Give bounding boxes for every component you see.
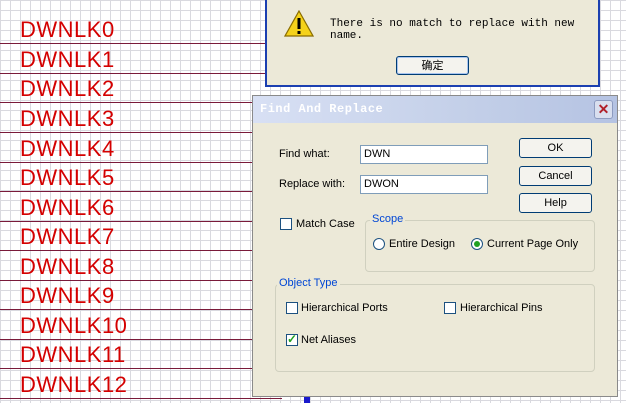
hierarchical-ports-checkbox[interactable] — [286, 302, 298, 314]
match-case-checkbox[interactable] — [280, 218, 292, 230]
net-wire — [0, 250, 282, 251]
net-label[interactable]: DWNLK4 — [20, 137, 115, 161]
net-wire — [0, 339, 282, 340]
net-label[interactable]: DWNLK5 — [20, 166, 115, 190]
net-wire — [0, 102, 282, 103]
object-type-group — [275, 284, 595, 372]
net-label[interactable]: DWNLK9 — [20, 284, 115, 308]
net-wire — [0, 43, 282, 44]
net-wire — [0, 368, 282, 369]
net-label[interactable]: DWNLK7 — [20, 225, 115, 249]
cancel-button[interactable]: Cancel — [519, 166, 592, 186]
net-wire — [0, 132, 282, 133]
net-wire — [0, 280, 282, 281]
scope-legend: Scope — [370, 213, 406, 225]
net-label[interactable]: DWNLK2 — [20, 77, 115, 101]
net-wire — [0, 398, 282, 399]
hierarchical-pins-label: Hierarchical Pins — [460, 302, 543, 314]
close-icon[interactable]: ✕ — [594, 100, 613, 119]
entire-design-radio[interactable] — [373, 238, 385, 250]
net-label[interactable]: DWNLK10 — [20, 314, 127, 338]
checkmark-icon: ✓ — [287, 332, 298, 346]
find-replace-dialog: Find And Replace ✕ Find what: DWN Replac… — [252, 95, 618, 397]
hierarchical-ports-label: Hierarchical Ports — [301, 302, 388, 314]
current-page-only-radio[interactable] — [471, 238, 483, 250]
dialog-title-bar[interactable]: Find And Replace ✕ — [253, 96, 617, 123]
match-case-label: Match Case — [296, 218, 355, 230]
net-aliases-checkbox[interactable]: ✓ — [286, 332, 298, 346]
net-wire — [0, 162, 282, 163]
net-wire — [0, 73, 282, 74]
net-label[interactable]: DWNLK6 — [20, 196, 115, 220]
help-button[interactable]: Help — [519, 193, 592, 213]
net-label[interactable]: DWNLK11 — [20, 343, 126, 367]
replace-with-label: Replace with: — [279, 178, 346, 190]
find-what-label: Find what: — [279, 148, 330, 160]
entire-design-label: Entire Design — [389, 238, 456, 250]
net-label[interactable]: DWNLK0 — [20, 18, 115, 42]
net-label[interactable]: DWNLK1 — [20, 48, 115, 72]
hierarchical-pins-checkbox[interactable] — [444, 302, 456, 314]
net-label[interactable]: DWNLK12 — [20, 373, 127, 397]
ok-button[interactable]: 确定 — [396, 56, 469, 75]
current-page-only-label: Current Page Only — [487, 238, 579, 250]
net-wire — [0, 221, 282, 222]
find-what-input[interactable]: DWN — [360, 145, 488, 164]
message-box: There is no match to replace with new na… — [265, 0, 600, 87]
net-label[interactable]: DWNLK3 — [20, 107, 115, 131]
net-label[interactable]: DWNLK8 — [20, 255, 115, 279]
ok-button[interactable]: OK — [519, 138, 592, 158]
message-text: There is no match to replace with new na… — [330, 18, 575, 42]
object-type-legend: Object Type — [277, 277, 340, 289]
replace-with-input[interactable]: DWON — [360, 175, 488, 194]
net-aliases-label: Net Aliases — [301, 334, 357, 346]
net-wire — [0, 309, 282, 310]
warning-icon — [284, 10, 314, 37]
radio-selected-dot — [474, 241, 480, 247]
dialog-title: Find And Replace — [260, 102, 384, 116]
net-wire — [0, 191, 282, 192]
